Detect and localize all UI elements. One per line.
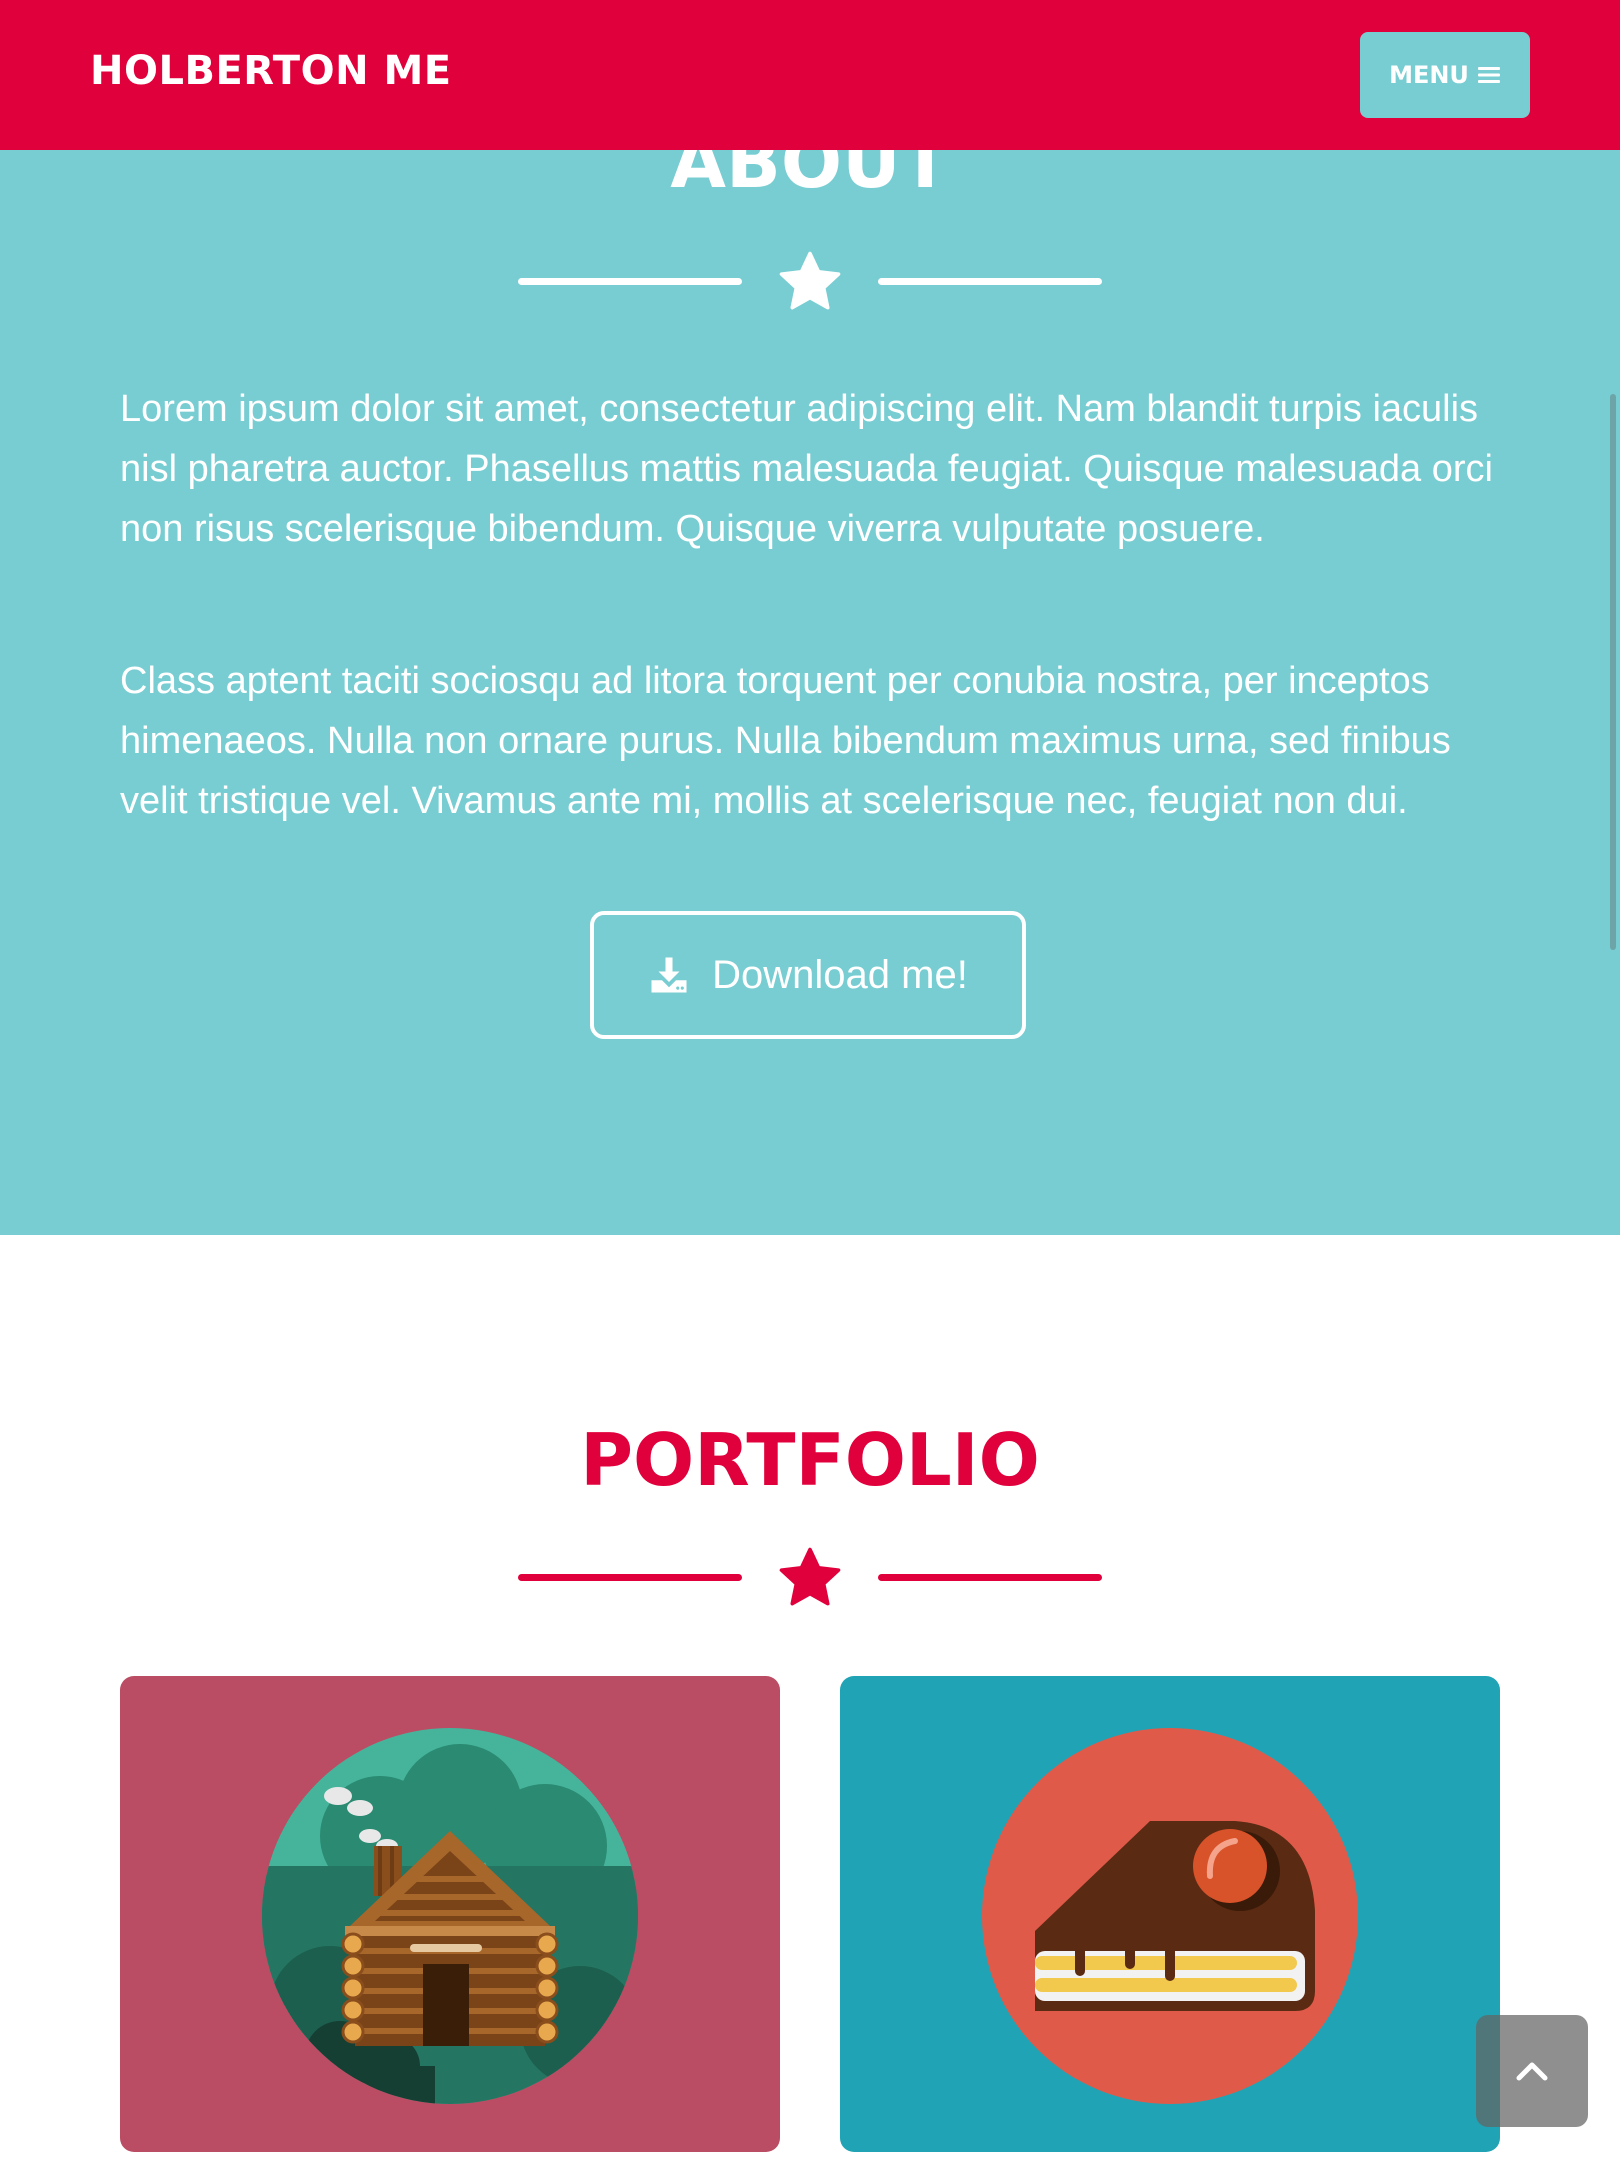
navbar: HOLBERTON ME MENU bbox=[0, 0, 1620, 150]
brand-link[interactable]: HOLBERTON ME bbox=[90, 48, 452, 94]
divider-line-right bbox=[878, 1574, 1102, 1581]
scroll-top-button[interactable] bbox=[1476, 2015, 1588, 2127]
menu-button[interactable]: MENU bbox=[1360, 32, 1530, 118]
chevron-up-icon bbox=[1516, 2062, 1548, 2081]
page-scrollbar[interactable] bbox=[1610, 394, 1616, 950]
portfolio-title: PORTFOLIO bbox=[580, 1418, 1040, 1502]
about-paragraph-1: Lorem ipsum dolor sit amet, consectetur … bbox=[120, 388, 1493, 550]
star-icon bbox=[779, 251, 841, 310]
divider-line-right bbox=[878, 278, 1102, 285]
portfolio-item-cabin[interactable] bbox=[120, 1676, 780, 2152]
bars-icon bbox=[1477, 67, 1500, 83]
cabin-illustration bbox=[262, 1728, 638, 2104]
download-label: Download me! bbox=[712, 952, 968, 997]
about-section: ABOUT Lorem ipsum dolor sit amet, consec… bbox=[0, 0, 1620, 1235]
cake-illustration bbox=[982, 1728, 1358, 2104]
portfolio-item-cake[interactable] bbox=[840, 1676, 1500, 2152]
star-icon bbox=[779, 1547, 841, 1606]
divider-line-left bbox=[518, 1574, 742, 1581]
portfolio-divider bbox=[0, 1543, 1620, 1613]
menu-label: MENU bbox=[1389, 61, 1469, 89]
about-paragraph-2: Class aptent taciti sociosqu ad litora t… bbox=[120, 660, 1451, 822]
download-button[interactable]: Download me! bbox=[590, 911, 1026, 1039]
download-icon bbox=[651, 957, 687, 993]
divider-line-left bbox=[518, 278, 742, 285]
about-divider bbox=[0, 247, 1620, 317]
